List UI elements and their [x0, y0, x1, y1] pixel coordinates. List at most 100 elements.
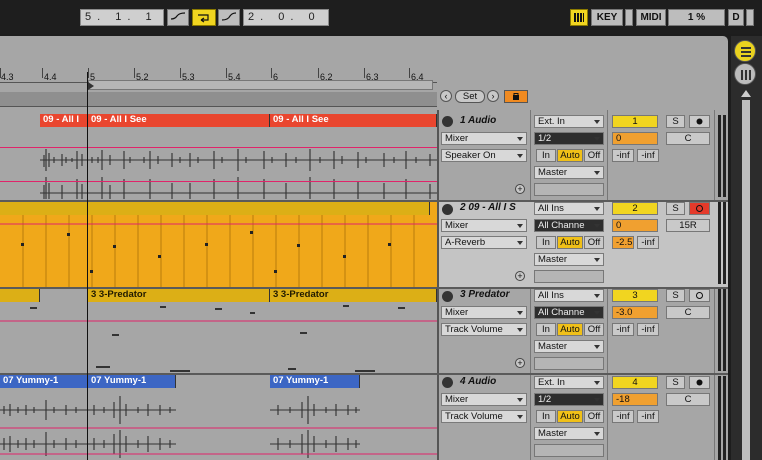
output-channel-field[interactable] — [534, 270, 604, 283]
next-locator-button[interactable]: › — [487, 90, 499, 102]
set-locator-button[interactable]: Set — [455, 90, 485, 103]
track-name[interactable]: 2 09 - All I S — [460, 202, 516, 213]
track-3-lane[interactable]: 3 3-Predator 3 3-Predator — [0, 289, 437, 373]
solo-button[interactable]: S — [666, 376, 685, 389]
volume-field[interactable]: 0 — [612, 132, 658, 145]
track-1-lane[interactable]: 09 - All I 09 - All I See 09 - All I See — [0, 114, 437, 200]
automation-control-chooser[interactable]: A-Reverb — [441, 236, 527, 249]
automation-control-chooser[interactable]: Track Volume — [441, 323, 527, 336]
browser-toggle-button[interactable] — [734, 40, 756, 62]
clip[interactable] — [0, 289, 40, 302]
output-chooser[interactable]: Master — [534, 253, 604, 266]
device-chooser[interactable]: Mixer — [441, 132, 527, 145]
clip[interactable]: 07 Yummy-1 — [270, 375, 360, 388]
punch-out-button[interactable] — [218, 9, 240, 26]
pan-field[interactable]: C — [666, 306, 710, 319]
monitor-off-button[interactable]: Off — [584, 323, 604, 336]
monitor-auto-button[interactable]: Auto — [557, 149, 583, 162]
clip[interactable]: 09 - All I — [40, 114, 88, 127]
vertical-scrollbar[interactable] — [742, 100, 750, 460]
arm-button[interactable] — [689, 289, 710, 302]
locator-lane[interactable] — [0, 92, 437, 107]
output-chooser[interactable]: Master — [534, 166, 604, 179]
monitor-in-button[interactable]: In — [536, 236, 556, 249]
input-type-chooser[interactable]: Ext. In — [534, 376, 604, 389]
automation-control-chooser[interactable]: Speaker On — [441, 149, 527, 162]
prev-locator-button[interactable]: ‹ — [440, 90, 452, 102]
volume-field[interactable]: -3.0 — [612, 306, 658, 319]
monitor-off-button[interactable]: Off — [584, 236, 604, 249]
arrangement-position-display[interactable]: 5. 1. 1 — [80, 9, 164, 26]
add-automation-lane-icon[interactable]: + — [515, 358, 525, 368]
pan-field[interactable]: C — [666, 393, 710, 406]
track-fold-icon[interactable] — [442, 291, 453, 302]
track-name[interactable]: 3 Predator — [460, 289, 509, 300]
solo-button[interactable]: S — [666, 115, 685, 128]
device-chooser[interactable]: Mixer — [441, 393, 527, 406]
mixer-toggle-button[interactable] — [734, 63, 756, 85]
add-automation-lane-icon[interactable]: + — [515, 184, 525, 194]
input-channel-chooser[interactable]: All Channe — [534, 219, 604, 232]
input-type-chooser[interactable]: All Ins — [534, 289, 604, 302]
track-fold-icon[interactable] — [442, 377, 453, 388]
monitor-auto-button[interactable]: Auto — [557, 410, 583, 423]
arm-button[interactable] — [689, 376, 710, 389]
track-activator-button[interactable]: 3 — [612, 289, 658, 302]
track-name[interactable]: 4 Audio — [460, 376, 496, 387]
loop-brace[interactable] — [88, 80, 433, 90]
clip[interactable]: 3 3-Predator — [270, 289, 437, 302]
track-activator-button[interactable]: 2 — [612, 202, 658, 215]
key-map-button[interactable]: KEY — [591, 9, 623, 26]
input-channel-chooser[interactable]: 1/2 — [534, 393, 604, 406]
output-chooser[interactable]: Master — [534, 340, 604, 353]
automation-line[interactable] — [0, 147, 437, 148]
loop-length-display[interactable]: 2. 0. 0 — [243, 9, 329, 26]
output-channel-field[interactable] — [534, 183, 604, 196]
start-marker-icon[interactable] — [88, 82, 94, 90]
pan-field[interactable]: C — [666, 132, 710, 145]
monitor-off-button[interactable]: Off — [584, 410, 604, 423]
scroll-up-icon[interactable] — [741, 90, 751, 97]
add-automation-lane-icon[interactable]: + — [515, 271, 525, 281]
volume-field[interactable]: 0 — [612, 219, 658, 232]
output-chooser[interactable]: Master — [534, 427, 604, 440]
arm-button[interactable] — [689, 115, 710, 128]
automation-control-chooser[interactable]: Track Volume — [441, 410, 527, 423]
automation-line[interactable] — [0, 181, 437, 182]
track-2-lane[interactable] — [0, 202, 437, 287]
output-channel-field[interactable] — [534, 444, 604, 457]
playhead[interactable] — [87, 72, 88, 460]
lock-button[interactable] — [504, 90, 528, 103]
input-channel-chooser[interactable]: All Channe — [534, 306, 604, 319]
volume-field[interactable]: -18 — [612, 393, 658, 406]
input-type-chooser[interactable]: Ext. In — [534, 115, 604, 128]
track-fold-icon[interactable] — [442, 204, 453, 215]
input-type-chooser[interactable]: All Ins — [534, 202, 604, 215]
solo-button[interactable]: S — [666, 202, 685, 215]
monitor-in-button[interactable]: In — [536, 149, 556, 162]
device-chooser[interactable]: Mixer — [441, 306, 527, 319]
device-chooser[interactable]: Mixer — [441, 219, 527, 232]
arm-button[interactable] — [689, 202, 710, 215]
track-activator-button[interactable]: 1 — [612, 115, 658, 128]
monitor-in-button[interactable]: In — [536, 323, 556, 336]
output-channel-field[interactable] — [534, 357, 604, 370]
monitor-auto-button[interactable]: Auto — [557, 236, 583, 249]
track-fold-icon[interactable] — [442, 116, 453, 127]
midi-map-button[interactable]: MIDI — [636, 9, 666, 26]
clip[interactable]: 07 Yummy-1 — [88, 375, 176, 388]
solo-button[interactable]: S — [666, 289, 685, 302]
follow-curve-button[interactable] — [167, 9, 189, 26]
computer-midi-keyboard-button[interactable] — [570, 9, 588, 26]
loop-switch-button[interactable] — [192, 9, 216, 26]
clip[interactable]: 09 - All I See — [270, 114, 437, 127]
clip[interactable]: 07 Yummy-1 — [0, 375, 88, 388]
track-activator-button[interactable]: 4 — [612, 376, 658, 389]
monitor-in-button[interactable]: In — [536, 410, 556, 423]
monitor-auto-button[interactable]: Auto — [557, 323, 583, 336]
track-4-lane[interactable]: 07 Yummy-1 07 Yummy-1 07 Yummy-1 — [0, 375, 437, 460]
pan-field[interactable]: 15R — [666, 219, 710, 232]
track-name[interactable]: 1 Audio — [460, 115, 496, 126]
clip[interactable]: 09 - All I See — [88, 114, 270, 127]
input-channel-chooser[interactable]: 1/2 — [534, 132, 604, 145]
